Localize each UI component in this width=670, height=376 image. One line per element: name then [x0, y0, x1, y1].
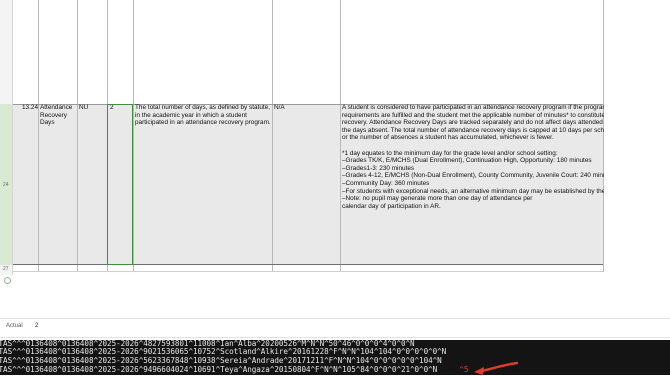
row-divider	[13, 264, 603, 265]
row-number-24[interactable]: 24	[3, 182, 9, 188]
column-divider	[38, 0, 39, 272]
column-divider	[272, 0, 273, 272]
column-divider	[133, 0, 134, 272]
cell-data-element-name[interactable]: Attendance Recovery Days	[40, 104, 76, 127]
row-divider	[13, 271, 603, 272]
column-divider	[77, 0, 78, 272]
add-row-icon[interactable]	[4, 277, 11, 284]
annotation-label: ^5	[459, 365, 469, 374]
selected-cell-border	[107, 104, 133, 265]
cell-data-type[interactable]: NU	[79, 104, 88, 112]
formula-bar-label: Actual	[6, 323, 23, 329]
column-divider	[340, 0, 341, 272]
formula-bar-value[interactable]: 2	[35, 323, 38, 329]
terminal-line-4: STAS^^^0136408^0136408^2025-2026^9496604…	[0, 365, 438, 374]
annotation-arrow-icon	[474, 361, 519, 375]
terminal-line-2: STAS^^^0136408^0136408^2025-2026^9021536…	[0, 347, 447, 356]
cell-definition[interactable]: The total number of days, as defined by …	[135, 104, 272, 127]
terminal-line-3: STAS^^^0136408^0136408^2025-2026^5623367…	[0, 356, 442, 365]
cell-business-rules[interactable]: A student is considered to have particip…	[342, 104, 604, 210]
formula-bar[interactable]	[0, 318, 670, 338]
row-number-27[interactable]: 27	[3, 266, 9, 272]
cell-item-number[interactable]: 13.24	[22, 104, 38, 112]
cell-valid-values[interactable]: N/A	[274, 104, 285, 112]
